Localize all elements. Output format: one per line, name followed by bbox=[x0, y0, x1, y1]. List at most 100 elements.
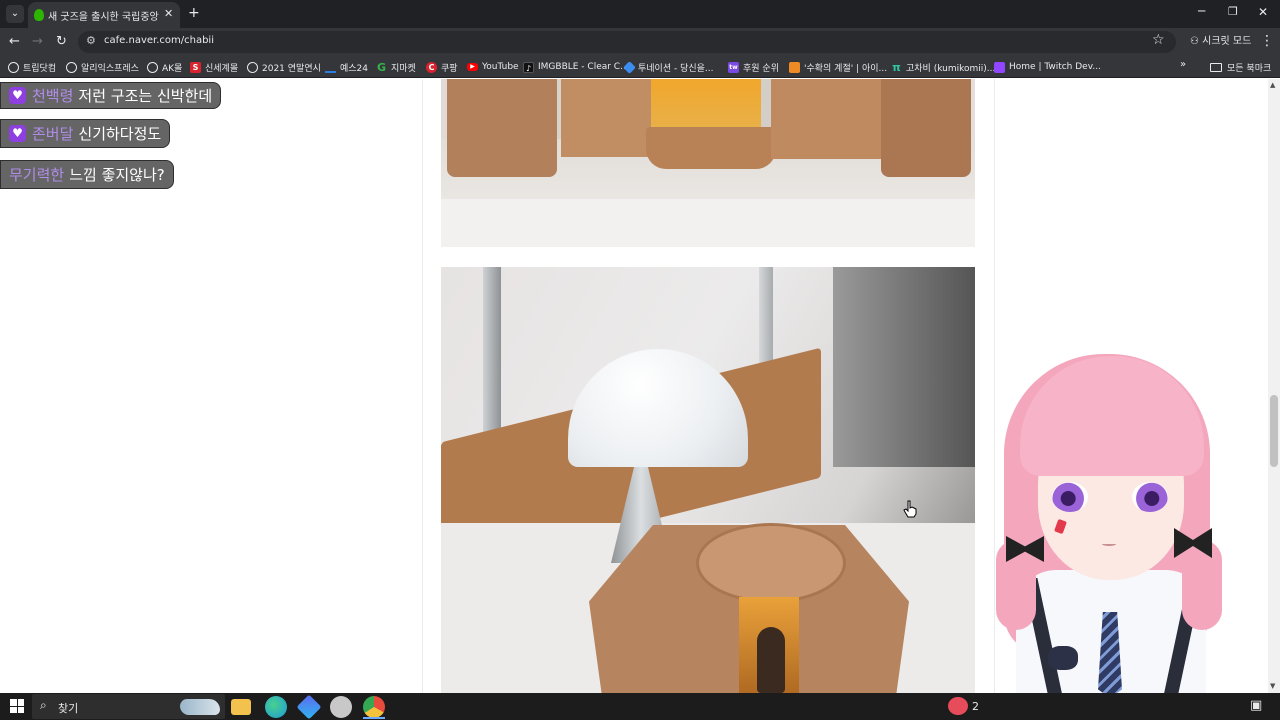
browser-menu-icon[interactable]: ⋮ bbox=[1260, 33, 1274, 49]
copilot-icon[interactable] bbox=[296, 694, 322, 720]
circle-app-icon[interactable] bbox=[330, 696, 352, 718]
forward-button[interactable]: → bbox=[32, 34, 43, 49]
bookmark-label: 쿠팡 bbox=[441, 63, 458, 74]
bookmark-item[interactable]: 2021 연말연시 bbox=[247, 56, 321, 78]
bookmark-label: Home | Twitch Dev... bbox=[1009, 62, 1101, 72]
taskbar-search-box[interactable]: ⌕ 찾기 bbox=[32, 694, 225, 719]
incognito-mode-button[interactable]: ⚇ 시크릿 모드 bbox=[1184, 33, 1257, 51]
back-button[interactable]: ← bbox=[9, 34, 20, 49]
all-bookmarks-button[interactable]: 모든 북마크 bbox=[1210, 56, 1271, 78]
browser-tab-bar: ⌄ 새 굿즈을 출시한 국립중앙 박... ✕ + ─ ❐ ✕ bbox=[0, 0, 1280, 28]
search-highlight-art bbox=[180, 699, 220, 715]
post-photo-shrine-model[interactable] bbox=[441, 79, 975, 247]
site-info-icon[interactable]: ⚙ bbox=[86, 34, 96, 47]
avatar-eye-right bbox=[1132, 482, 1168, 512]
chat-message: ♥ 천백령 저런 구조는 신박한데 bbox=[0, 82, 222, 109]
shrine-panel-left bbox=[447, 79, 557, 177]
model-lid-disk bbox=[696, 523, 846, 603]
bookmark-label: 후원 순위 bbox=[743, 63, 779, 74]
lamp-dome bbox=[568, 349, 748, 467]
content-divider-left bbox=[422, 79, 423, 693]
window-restore-button[interactable]: ❐ bbox=[1228, 5, 1238, 18]
diamond-icon bbox=[623, 60, 636, 74]
g-icon bbox=[247, 61, 258, 73]
bookmark-label: 신세계몰 bbox=[205, 63, 239, 74]
twitch-icon bbox=[994, 61, 1005, 73]
folder-icon bbox=[1210, 62, 1222, 72]
compass-icon bbox=[147, 61, 158, 73]
bookmark-item[interactable]: AK몰 bbox=[147, 56, 182, 78]
bookmark-item[interactable]: S 신세계몰 bbox=[190, 56, 238, 78]
bookmark-star-icon[interactable]: ☆ bbox=[1152, 32, 1165, 48]
scroll-up-arrow-icon[interactable]: ▲ bbox=[1270, 81, 1275, 89]
bookmark-item[interactable]: π 고차비 (kumikomii)... bbox=[891, 56, 995, 78]
file-explorer-icon[interactable] bbox=[231, 699, 251, 715]
chrome-icon[interactable] bbox=[363, 696, 385, 718]
tray-avatar-icon[interactable] bbox=[948, 697, 968, 715]
bookmark-item[interactable]: 트립닷컴 bbox=[8, 56, 56, 78]
bookmark-label: 예스24 bbox=[340, 63, 369, 74]
shrine-panel-left-inner bbox=[561, 79, 651, 157]
compass-icon bbox=[8, 61, 19, 73]
chat-text: 저런 구조는 신박한데 bbox=[78, 87, 213, 105]
bookmark-item[interactable]: 예스24 bbox=[325, 56, 368, 78]
chat-message: 무기력한 느낌 좋지않나? bbox=[0, 160, 174, 189]
chat-username: 천백령 bbox=[32, 87, 74, 105]
vtuber-avatar bbox=[976, 350, 1246, 693]
tab-active[interactable]: 새 굿즈을 출시한 국립중앙 박... ✕ bbox=[28, 2, 180, 28]
bookmark-item[interactable]: ♪ IMGBBLE - Clear C... bbox=[523, 56, 629, 78]
tw-icon: tw bbox=[728, 61, 739, 73]
bookmark-item[interactable]: 투네이션 - 당신을... bbox=[623, 56, 714, 78]
bookmark-label: AK몰 bbox=[162, 63, 183, 74]
bookmark-label: 알리익스프레스 bbox=[81, 63, 139, 74]
bookmark-item[interactable]: Home | Twitch Dev... bbox=[994, 56, 1101, 78]
bookmark-item[interactable]: 알리익스프레스 bbox=[66, 56, 139, 78]
bookmark-item[interactable]: tw 후원 순위 bbox=[728, 56, 779, 78]
url-text[interactable]: cafe.naver.com/chabii bbox=[104, 35, 214, 46]
window-close-button[interactable]: ✕ bbox=[1258, 5, 1268, 19]
post-photo-lamp-model[interactable] bbox=[441, 267, 975, 693]
chat-message: ♥ 존버달 신기하다정도 bbox=[0, 119, 171, 148]
c-icon: C bbox=[426, 61, 437, 73]
window-minimize-button[interactable]: ─ bbox=[1198, 4, 1205, 18]
windows-start-icon[interactable] bbox=[10, 699, 24, 713]
scrollbar-thumb[interactable] bbox=[1270, 395, 1278, 467]
bookmark-item[interactable]: G 지마켓 bbox=[376, 56, 416, 78]
address-bar[interactable]: ⚙ cafe.naver.com/chabii ☆ bbox=[78, 31, 1176, 53]
shrine-panel-right-inner bbox=[771, 79, 881, 159]
windows-taskbar: ⌕ 찾기 bbox=[0, 693, 1280, 720]
bookmark-label: 지마켓 bbox=[391, 63, 416, 74]
scroll-down-arrow-icon[interactable]: ▼ bbox=[1270, 682, 1275, 690]
notification-icon[interactable]: ▣ bbox=[1250, 698, 1262, 713]
bookmark-item[interactable]: ▶ YouTube bbox=[467, 56, 519, 78]
page-scrollbar[interactable] bbox=[1268, 79, 1280, 693]
all-bookmarks-label: 모든 북마크 bbox=[1227, 63, 1272, 74]
chat-username: 존버달 bbox=[32, 125, 74, 143]
bookmark-label: 고차비 (kumikomii)... bbox=[906, 63, 996, 74]
tiktok-icon: ♪ bbox=[523, 61, 534, 73]
tab-close-icon[interactable]: ✕ bbox=[164, 7, 173, 20]
s-icon: S bbox=[190, 61, 201, 73]
shrine-center-light bbox=[651, 79, 761, 133]
edge-icon[interactable] bbox=[265, 696, 287, 718]
naver-cafe-favicon-icon bbox=[34, 9, 44, 21]
bookmark-item[interactable]: '수확의 계절' | 아이... bbox=[789, 56, 887, 78]
incognito-icon: ⚇ bbox=[1190, 36, 1203, 47]
reload-button[interactable]: ↻ bbox=[56, 34, 67, 49]
tab-search-button[interactable]: ⌄ bbox=[6, 5, 24, 23]
shrine-pedestal bbox=[646, 127, 776, 169]
compass-icon bbox=[66, 61, 77, 73]
bookmark-item[interactable]: C 쿠팡 bbox=[426, 56, 458, 78]
avatar-mouth bbox=[1102, 542, 1116, 546]
shrine-panel-right bbox=[881, 79, 971, 177]
bookmark-label: 2021 연말연시 bbox=[262, 63, 321, 74]
taskbar-search-label: 찾기 bbox=[58, 702, 79, 715]
bookmarks-overflow-button[interactable]: » bbox=[1180, 59, 1186, 70]
new-tab-button[interactable]: + bbox=[188, 5, 200, 21]
avatar-braid-right bbox=[1182, 540, 1222, 630]
bookmark-label: IMGBBLE - Clear C... bbox=[538, 62, 629, 72]
search-icon: ⌕ bbox=[40, 698, 47, 712]
hand-cursor-icon bbox=[903, 500, 917, 518]
browser-toolbar: ← → ↻ ⚙ cafe.naver.com/chabii ☆ bbox=[0, 28, 1280, 56]
tray-text: 2 bbox=[972, 700, 979, 713]
